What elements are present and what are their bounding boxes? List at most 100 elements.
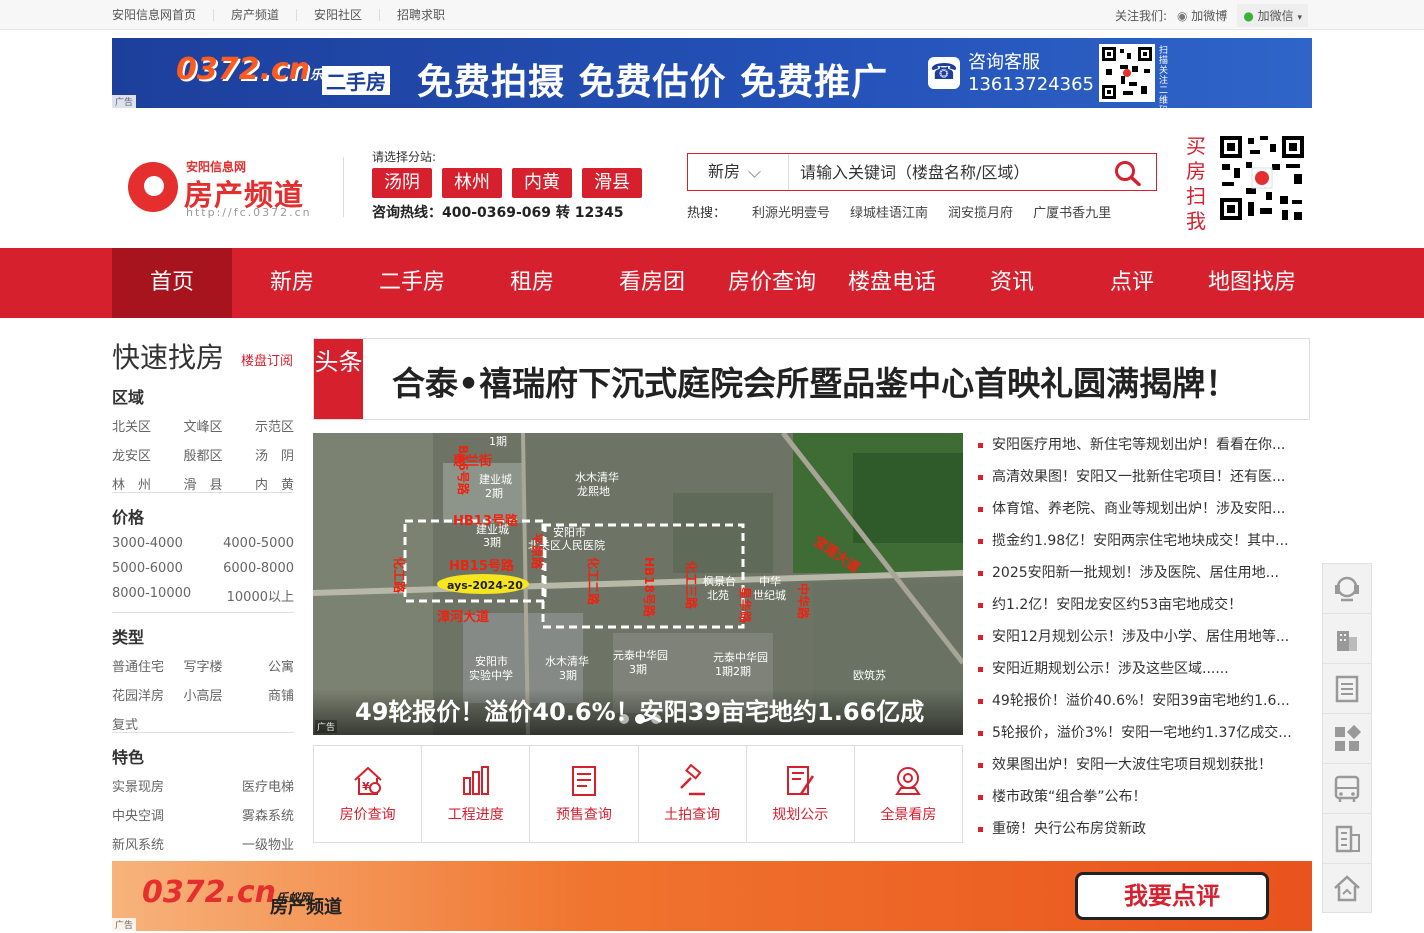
weibo-link[interactable]: ◉ 加微博: [1177, 7, 1227, 24]
hot-keyword[interactable]: 利源光明壹号: [752, 202, 830, 221]
hot-keyword[interactable]: 润安揽月府: [948, 202, 1013, 221]
subscribe-link[interactable]: 楼盘订阅: [241, 350, 293, 369]
tool-price-query[interactable]: ¥ 房价查询: [314, 746, 423, 842]
nav-review[interactable]: 点评: [1072, 248, 1192, 318]
nav-second-hand[interactable]: 二手房: [352, 248, 472, 318]
news-slider[interactable]: 惠兰街 HB13号路 HB15号路 漳河大道 宝莲大道 1期 建业城 2期 建业…: [313, 433, 963, 735]
filter-option[interactable]: 花园洋房: [112, 685, 173, 704]
nav-new-house[interactable]: 新房: [232, 248, 352, 318]
branch-buttons: 汤阴 林州 内黄 滑县: [372, 168, 642, 198]
nav-home[interactable]: 首页: [112, 248, 232, 318]
filter-option[interactable]: 雾森系统: [203, 805, 294, 824]
hot-keyword[interactable]: 广厦书香九里: [1033, 202, 1111, 221]
filter-option[interactable]: 中央空调: [112, 805, 203, 824]
svg-text:中华: 中华: [759, 574, 781, 588]
filter-option[interactable]: 10000以上: [203, 586, 294, 605]
nav-price-query[interactable]: 房价查询: [712, 248, 832, 318]
filter-option[interactable]: 一级物业: [203, 834, 294, 853]
svg-text:欧筑苏: 欧筑苏: [853, 668, 886, 682]
weibo-icon: ◉: [1176, 8, 1188, 23]
tool-planning[interactable]: 规划公示: [747, 746, 855, 842]
tool-progress[interactable]: 工程进度: [422, 746, 531, 842]
news-item[interactable]: 49轮报价！溢价40.6%！安阳39亩宅地约1.6...: [978, 688, 1308, 720]
news-item[interactable]: 楼市政策“组合拳”公布！: [978, 784, 1308, 816]
search-button[interactable]: [1114, 160, 1142, 187]
filter-option[interactable]: 公寓: [233, 656, 294, 675]
nav-rent[interactable]: 租房: [472, 248, 592, 318]
news-item[interactable]: 效果图出炉！安阳一大波住宅项目规划获批！: [978, 752, 1308, 784]
tool-land-auction[interactable]: 土拍查询: [639, 746, 747, 842]
top-banner-ad[interactable]: 0372.cn乐蚁网 二手房 免费拍摄 免费估价 免费推广 ☎ 咨询客服 136…: [112, 38, 1312, 108]
site-logo[interactable]: 安阳信息网 房产频道 http://fc.0372.cn: [128, 150, 328, 220]
float-building[interactable]: [1322, 613, 1372, 663]
top-link-house[interactable]: 房产频道: [214, 9, 298, 21]
filter-option[interactable]: 内 黄: [233, 474, 294, 493]
news-item[interactable]: 揽金约1.98亿！安阳两宗住宅地块成交！其中...: [978, 528, 1308, 560]
filter-option[interactable]: 龙安区: [112, 445, 173, 464]
branch-tangyin[interactable]: 汤阴: [372, 168, 432, 198]
news-item[interactable]: 5轮报价，溢价3%！安阳一宅地约1.37亿成交...: [978, 720, 1308, 752]
bottom-banner-ad[interactable]: 0372.cn乐蚁网 房产频道 我要点评 广告: [112, 861, 1312, 931]
news-item[interactable]: 安阳医疗用地、新住宅等规划出炉！看看在你...: [978, 432, 1308, 464]
search-input[interactable]: [790, 154, 1110, 190]
filter-option[interactable]: 文峰区: [173, 416, 234, 435]
slider-dot-active[interactable]: [635, 714, 645, 724]
branch-linzhou[interactable]: 林州: [442, 168, 502, 198]
top-link-jobs[interactable]: 招聘求职: [380, 9, 462, 21]
news-item[interactable]: 高清效果图！安阳又一批新住宅项目！还有医...: [978, 464, 1308, 496]
news-item[interactable]: 2025安阳新一批规划！涉及医院、居住用地...: [978, 560, 1308, 592]
review-button[interactable]: 我要点评: [1075, 872, 1269, 920]
tool-panorama[interactable]: 全景看房: [855, 746, 962, 842]
float-apps[interactable]: [1322, 713, 1372, 763]
news-item[interactable]: 约1.2亿！安阳龙安区约53亩宅地成交！: [978, 592, 1308, 624]
filter-option[interactable]: 4000-5000: [203, 536, 294, 551]
tool-presale[interactable]: 预售查询: [530, 746, 639, 842]
filter-type-title: 类型: [112, 628, 145, 647]
filter-option[interactable]: 殷都区: [173, 445, 234, 464]
camera-360-icon: [895, 767, 922, 795]
nav-estate-phone[interactable]: 楼盘电话: [832, 248, 952, 318]
hot-keyword[interactable]: 绿城桂语江南: [850, 202, 928, 221]
news-item[interactable]: 安阳12月规划公示！涉及中小学、居住用地等...: [978, 624, 1308, 656]
nav-news[interactable]: 资讯: [952, 248, 1072, 318]
filter-option[interactable]: 8000-10000: [112, 586, 203, 605]
filter-option[interactable]: 滑 县: [173, 474, 234, 493]
filter-option[interactable]: 示范区: [233, 416, 294, 435]
filter-option[interactable]: 普通住宅: [112, 656, 173, 675]
nav-tour-group[interactable]: 看房团: [592, 248, 712, 318]
top-link-community[interactable]: 安阳社区: [297, 9, 381, 21]
news-item[interactable]: 体育馆、养老院、商业等规划出炉！涉及安阳...: [978, 496, 1308, 528]
float-home-top[interactable]: [1322, 863, 1372, 913]
weixin-link[interactable]: ● 加微信 ▾: [1237, 3, 1308, 27]
filter-option[interactable]: 林 州: [112, 474, 173, 493]
search-type-select[interactable]: 新房: [688, 154, 789, 190]
tool-label: 预售查询: [555, 807, 612, 823]
filter-option[interactable]: 医疗电梯: [203, 776, 294, 795]
branch-neihuang[interactable]: 内黄: [512, 168, 572, 198]
filter-option[interactable]: 复式: [112, 714, 173, 733]
float-list[interactable]: [1322, 663, 1372, 713]
filter-option[interactable]: 3000-4000: [112, 536, 203, 551]
filter-option[interactable]: 5000-6000: [112, 561, 203, 576]
filter-option[interactable]: 6000-8000: [203, 561, 294, 576]
filter-option[interactable]: 北关区: [112, 416, 173, 435]
slider-dot[interactable]: [651, 714, 661, 724]
filter-option[interactable]: 小高层: [173, 685, 234, 704]
filter-option[interactable]: 实景现房: [112, 776, 203, 795]
svg-text:¥: ¥: [362, 780, 370, 793]
news-item[interactable]: 重磅！央行公布房贷新政: [978, 816, 1308, 848]
filter-option[interactable]: 新风系统: [112, 834, 203, 853]
filter-option[interactable]: 商铺: [233, 685, 294, 704]
filter-option[interactable]: 汤 阴: [233, 445, 294, 464]
branch-huaxian[interactable]: 滑县: [582, 168, 642, 198]
float-bus[interactable]: [1322, 763, 1372, 813]
caret-down-icon: ▾: [1297, 12, 1302, 23]
filter-option[interactable]: 写字楼: [173, 656, 234, 675]
nav-map[interactable]: 地图找房: [1192, 248, 1312, 318]
news-item[interactable]: 安阳近期规划公示！涉及这些区域......: [978, 656, 1308, 688]
headline[interactable]: 头条 合泰•禧瑞府下沉式庭院会所暨品鉴中心首映礼圆满揭牌！: [313, 338, 1310, 420]
slider-dot[interactable]: [619, 714, 629, 724]
float-customer-service[interactable]: [1322, 563, 1372, 613]
float-office[interactable]: [1322, 813, 1372, 863]
top-link-home[interactable]: 安阳信息网首页: [112, 9, 215, 21]
